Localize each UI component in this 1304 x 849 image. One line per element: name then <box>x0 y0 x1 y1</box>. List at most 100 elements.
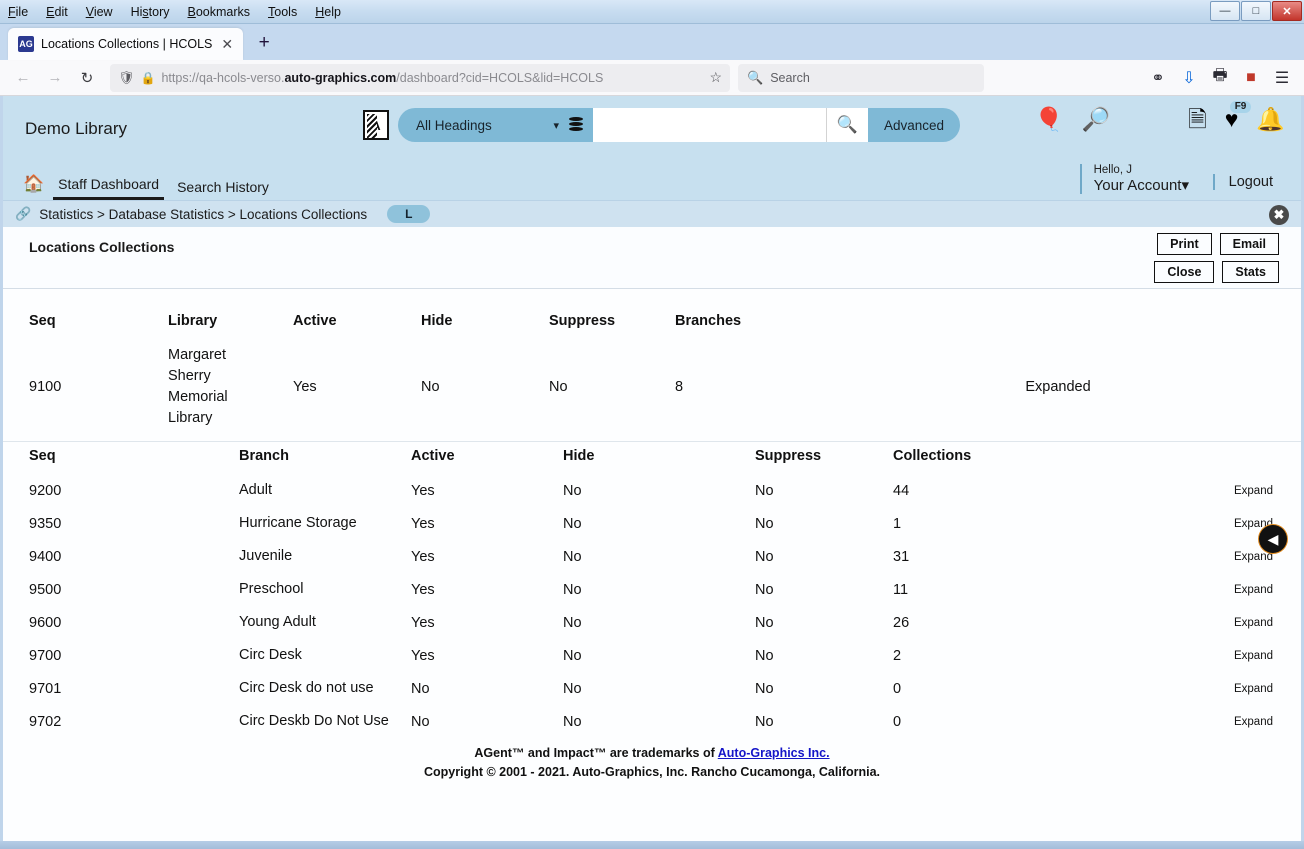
cell-branch: Preschool <box>239 581 304 598</box>
forward-icon[interactable]: → <box>40 64 70 92</box>
hamburger-menu-icon[interactable]: ☰ <box>1268 64 1296 92</box>
cell-seq: 9701 <box>29 680 62 697</box>
cell-collections: 1 <box>893 515 902 532</box>
reload-icon[interactable]: ↻ <box>72 64 102 92</box>
table-row[interactable]: 9100 Margaret Sherry Memorial Library Ye… <box>3 339 1301 435</box>
maximize-button[interactable]: □ <box>1241 1 1271 21</box>
cell-active: No <box>411 680 430 697</box>
expand-link[interactable]: Expand <box>1129 606 1301 639</box>
favorites-heart-icon[interactable]: ♥ F9 <box>1225 101 1252 131</box>
close-icon[interactable]: ✖ <box>1269 205 1289 225</box>
nav-search-history[interactable]: Search History <box>172 179 274 200</box>
close-icon[interactable]: ✕ <box>219 37 235 51</box>
greeting-text: Hello, J <box>1093 164 1132 176</box>
explore-search-icon[interactable]: 🔎 <box>1082 108 1111 131</box>
url-bar[interactable]: 🛡 🔒 https://qa-hcols-verso.auto-graphics… <box>110 63 730 92</box>
back-icon[interactable]: ← <box>8 64 38 92</box>
close-window-button[interactable]: ✕ <box>1272 1 1302 21</box>
close-button[interactable]: Close <box>1154 261 1215 283</box>
cell-active: Yes <box>411 614 435 631</box>
panel-actions: Print Email Close Stats <box>1154 233 1279 289</box>
print-button[interactable]: Print <box>1157 233 1212 255</box>
email-button[interactable]: Email <box>1219 233 1279 255</box>
web-page: Demo Library A All Headings ▾ 🔍 Advanced… <box>0 96 1304 841</box>
menu-tools[interactable]: Tools <box>268 5 297 19</box>
minimize-button[interactable]: — <box>1210 1 1240 21</box>
cell-suppress: No <box>755 680 774 697</box>
notifications-bell-icon[interactable]: 🔔 <box>1256 108 1285 131</box>
expand-link[interactable]: Expand <box>1129 705 1301 738</box>
table-row[interactable]: 9700 Circ Desk Yes No No 2 Expand <box>3 639 1301 672</box>
menu-history[interactable]: History <box>131 5 170 19</box>
stats-button[interactable]: Stats <box>1222 261 1279 283</box>
breadcrumb-pill[interactable]: L <box>387 205 431 223</box>
language-toggle-icon[interactable]: A <box>363 110 389 140</box>
auto-graphics-link[interactable]: Auto-Graphics Inc. <box>718 746 830 760</box>
expand-link[interactable]: Expand <box>1129 573 1301 606</box>
tab-strip: AG Locations Collections | HCOLS ✕ + <box>0 24 1304 60</box>
cell-collections: 11 <box>893 581 909 598</box>
your-account-menu[interactable]: Your Account▾ <box>1094 177 1189 194</box>
tab-favicon: AG <box>18 36 34 52</box>
browser-menubar: FFileile Edit View History Bookmarks Too… <box>8 5 341 19</box>
app-nav: 🏠 Staff Dashboard Search History Hello, … <box>3 162 1301 200</box>
cell-branch: Hurricane Storage <box>239 515 357 532</box>
home-icon[interactable]: 🏠 <box>23 174 44 194</box>
browser-tab-active[interactable]: AG Locations Collections | HCOLS ✕ <box>8 28 244 60</box>
collapse-panel-arrow-icon[interactable]: ◀ <box>1259 525 1287 553</box>
cell-branch: Circ Desk do not use <box>239 680 374 697</box>
expand-link[interactable]: Expand <box>1129 474 1301 507</box>
menu-bookmarks[interactable]: Bookmarks <box>188 5 251 19</box>
database-icon[interactable] <box>569 117 583 133</box>
cell-branches: 8 <box>675 379 684 396</box>
pocket-icon[interactable]: ⚭ <box>1144 64 1172 92</box>
printer-icon[interactable]: 🖶 <box>1206 64 1234 92</box>
menu-file[interactable]: FFileile <box>8 5 28 19</box>
table-row[interactable]: 9350 Hurricane Storage Yes No No 1 Expand <box>3 507 1301 540</box>
browser-search-box[interactable]: 🔍 Search <box>738 63 984 92</box>
cell-collections: 0 <box>893 713 902 730</box>
col-suppress: Suppress <box>755 448 822 465</box>
breadcrumb[interactable]: Statistics > Database Statistics > Locat… <box>39 207 367 222</box>
search-submit-button[interactable]: 🔍 <box>826 108 868 142</box>
table-row[interactable]: 9702 Circ Deskb Do Not Use No No No 0 Expand <box>3 705 1301 738</box>
expanded-label[interactable]: Expanded <box>905 339 1301 435</box>
search-input[interactable] <box>593 108 826 142</box>
table-header-row: Seq Library Active Hide Suppress Branche… <box>3 307 1301 339</box>
heading-select[interactable]: All Headings ▾ <box>398 108 593 142</box>
star-icon[interactable]: ☆ <box>709 69 722 86</box>
menu-help[interactable]: Help <box>315 5 341 19</box>
branch-table-body: 9200 Adult Yes No No 44 Expand 9350 Hurricane St… <box>3 474 1301 738</box>
window-controls: — □ ✕ <box>1210 1 1302 21</box>
expand-link[interactable]: Expand <box>1129 672 1301 705</box>
menu-view[interactable]: View <box>86 5 113 19</box>
table-row[interactable]: 9200 Adult Yes No No 44 Expand <box>3 474 1301 507</box>
cell-suppress: No <box>755 713 774 730</box>
lock-icon: 🔒 <box>140 70 156 85</box>
nav-staff-dashboard[interactable]: Staff Dashboard <box>53 176 165 200</box>
panel-content: Seq Library Active Hide Suppress Branche… <box>3 289 1301 841</box>
balloon-icon[interactable]: 🎈 <box>1035 108 1064 131</box>
cell-hide: No <box>563 482 582 499</box>
logout-link[interactable]: Logout <box>1212 174 1273 190</box>
menu-edit[interactable]: Edit <box>46 5 68 19</box>
cell-seq: 9600 <box>29 614 62 631</box>
new-tab-button[interactable]: + <box>249 28 279 58</box>
cell-seq: 9200 <box>29 482 62 499</box>
cell-suppress: No <box>549 379 568 396</box>
advanced-search-button[interactable]: Advanced <box>868 108 961 142</box>
my-lists-icon[interactable]: 🗎 <box>1188 108 1207 131</box>
expand-link[interactable]: Expand <box>1129 639 1301 672</box>
table-row[interactable]: 9701 Circ Desk do not use No No No 0 Expand <box>3 672 1301 705</box>
table-row[interactable]: 9600 Young Adult Yes No No 26 Expand <box>3 606 1301 639</box>
cell-hide: No <box>563 581 582 598</box>
cell-branch: Adult <box>239 482 273 499</box>
table-row[interactable]: 9500 Preschool Yes No No 11 Expand <box>3 573 1301 606</box>
downloads-icon[interactable]: ⇩ <box>1175 64 1203 92</box>
table-row[interactable]: 9400 Juvenile Yes No No 31 Expand <box>3 540 1301 573</box>
shield-icon: 🛡 <box>118 69 135 85</box>
extension-icon[interactable]: ■ <box>1237 64 1265 92</box>
page-footer: AGent™ and Impact™ are trademarks of Aut… <box>3 738 1301 782</box>
cell-active: Yes <box>411 548 435 565</box>
cell-suppress: No <box>755 482 774 499</box>
